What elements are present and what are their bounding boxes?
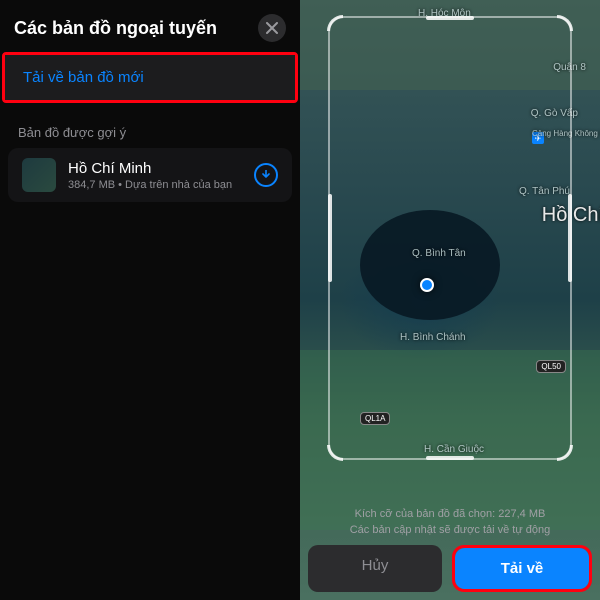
suggested-item-title: Hồ Chí Minh <box>68 160 254 177</box>
frame-handle-icon[interactable] <box>426 16 474 20</box>
download-new-map-button[interactable]: Tải về bản đồ mới <box>5 55 295 100</box>
suggested-section-label: Bản đồ được gợi ý <box>0 103 300 148</box>
sheet-title: Các bản đồ ngoại tuyến <box>14 18 217 39</box>
map-selection-frame[interactable] <box>328 16 572 460</box>
suggested-item-detail: 384,7 MB • Dựa trên nhà của bạn <box>68 179 254 191</box>
offline-maps-sheet: Các bản đồ ngoại tuyến Tải về bản đồ mới… <box>0 0 300 600</box>
close-icon <box>266 22 278 34</box>
tutorial-highlight-download-new: Tải về bản đồ mới <box>2 52 298 103</box>
frame-handle-icon[interactable] <box>328 194 332 282</box>
action-buttons: Hủy Tải về <box>308 545 592 592</box>
map-thumbnail-icon <box>22 158 56 192</box>
tutorial-highlight-download: Tải về <box>452 545 592 592</box>
map-area-selection: H. Hóc Môn Quận 8 Q. Gò Vấp ✈ Cảng Hàng … <box>300 0 600 600</box>
suggested-item-text: Hồ Chí Minh 384,7 MB • Dựa trên nhà của … <box>68 160 254 191</box>
selection-info: Kích cỡ của bản đồ đã chọn: 227,4 MB Các… <box>300 507 600 538</box>
suggested-map-item[interactable]: Hồ Chí Minh 384,7 MB • Dựa trên nhà của … <box>8 148 292 202</box>
map-size-text: Kích cỡ của bản đồ đã chọn: 227,4 MB <box>310 507 590 522</box>
frame-handle-icon[interactable] <box>426 456 474 460</box>
close-button[interactable] <box>258 14 286 42</box>
sheet-header: Các bản đồ ngoại tuyến <box>0 0 300 52</box>
download-icon[interactable] <box>254 163 278 187</box>
download-button[interactable]: Tải về <box>455 548 589 589</box>
cancel-button[interactable]: Hủy <box>308 545 442 592</box>
auto-update-text: Các bản cập nhật sẽ được tải về tự động <box>310 523 590 538</box>
frame-handle-icon[interactable] <box>568 194 572 282</box>
